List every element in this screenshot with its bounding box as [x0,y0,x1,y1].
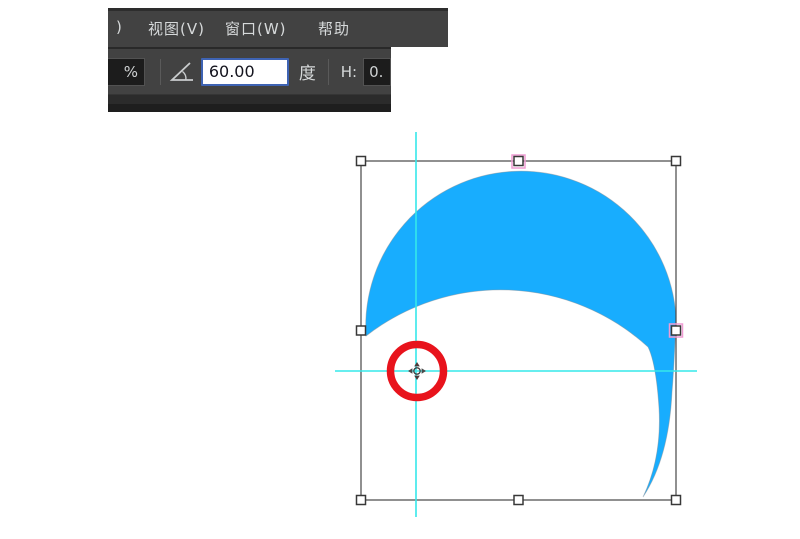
document-canvas [0,0,800,539]
handle-bottom-right[interactable] [672,496,681,505]
handle-top-center[interactable] [514,157,523,166]
handle-bottom-center[interactable] [514,496,523,505]
handle-bottom-left[interactable] [357,496,366,505]
handle-top-left[interactable] [357,157,366,166]
crescent-shape[interactable] [366,171,676,497]
handle-middle-right[interactable] [672,326,681,335]
handle-middle-left[interactable] [357,326,366,335]
handle-top-right[interactable] [672,157,681,166]
